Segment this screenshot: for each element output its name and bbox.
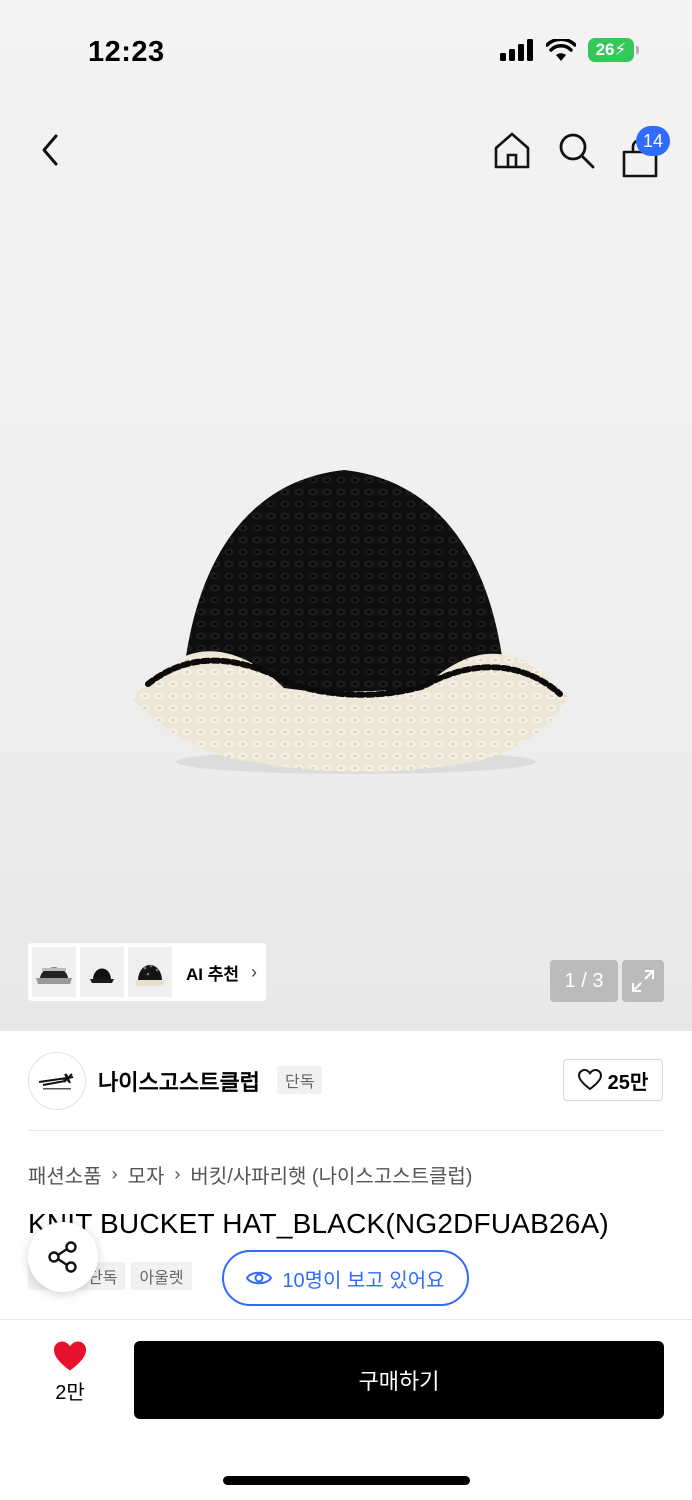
breadcrumb: 패션소품 › 모자 › 버킷/사파리햇 (나이스고스트클럽) — [28, 1160, 472, 1189]
product-tag: 아울렛 — [131, 1262, 192, 1290]
search-icon[interactable] — [556, 130, 596, 170]
brand-name[interactable]: 나이스고스트클럽 — [98, 1065, 260, 1097]
divider — [0, 1319, 692, 1320]
brand-like-count: 25만 — [607, 1071, 649, 1094]
signal-icon — [500, 39, 533, 61]
viewers-text: 10명이 보고 있어요 — [282, 1269, 445, 1292]
chevron-right-icon: › — [174, 1164, 181, 1184]
share-button[interactable] — [28, 1222, 98, 1292]
viewers-badge: 10명이 보고 있어요 — [222, 1250, 469, 1306]
cart-button[interactable]: 14 — [618, 126, 674, 178]
eye-icon — [246, 1271, 273, 1285]
top-nav: 14 — [0, 118, 692, 182]
wishlist-count: 2만 — [55, 1382, 85, 1404]
expand-button[interactable] — [622, 960, 664, 1002]
brand-logo[interactable] — [28, 1052, 86, 1110]
wifi-icon — [546, 39, 576, 61]
ai-thumb-3[interactable] — [128, 947, 172, 997]
heart-filled-icon — [54, 1341, 86, 1371]
divider — [28, 1130, 664, 1131]
ai-thumb-2[interactable] — [80, 947, 124, 997]
home-icon[interactable] — [492, 130, 532, 170]
product-gallery[interactable]: 12:23 26 ⚡ 14 AI 추천 › 1 / 3 — [0, 0, 692, 1031]
share-icon — [48, 1241, 77, 1273]
buy-button[interactable]: 구매하기 — [134, 1341, 664, 1419]
wishlist-button[interactable]: 2만 — [36, 1340, 104, 1420]
heart-outline-icon — [577, 1069, 602, 1091]
breadcrumb-item[interactable]: 모자 — [128, 1160, 165, 1189]
status-icons: 26 ⚡ — [500, 38, 639, 62]
chevron-right-icon: › — [111, 1164, 118, 1184]
home-indicator — [223, 1476, 470, 1485]
expand-icon — [632, 970, 654, 992]
chevron-right-icon: › — [251, 961, 258, 982]
status-time: 12:23 — [88, 36, 165, 68]
ai-recommend-card[interactable]: AI 추천 › — [28, 943, 266, 1001]
brand-like-button[interactable]: 25만 — [563, 1059, 663, 1101]
ai-recommend-label: AI 추천 — [186, 964, 240, 984]
brand-row: 나이스고스트클럽 단독 25만 — [0, 1031, 692, 1131]
battery-icon: 26 ⚡ — [588, 38, 639, 62]
product-image[interactable] — [124, 462, 574, 782]
brand-exclusive-tag: 단독 — [277, 1066, 323, 1094]
battery-level: 26 — [595, 40, 615, 59]
cart-count-badge: 14 — [636, 126, 670, 156]
breadcrumb-item[interactable]: 버킷/사파리햇 (나이스고스트클럽) — [190, 1160, 472, 1189]
back-icon[interactable] — [34, 130, 70, 170]
ai-thumb-1[interactable] — [32, 947, 76, 997]
status-bar: 12:23 26 ⚡ — [0, 0, 692, 100]
product-title: KNIT BUCKET HAT_BLACK(NG2DFUAB26A) — [28, 1208, 609, 1239]
breadcrumb-item[interactable]: 패션소품 — [28, 1160, 102, 1189]
image-page-counter: 1 / 3 — [550, 960, 618, 1002]
brand-logo-mark — [38, 1073, 74, 1090]
